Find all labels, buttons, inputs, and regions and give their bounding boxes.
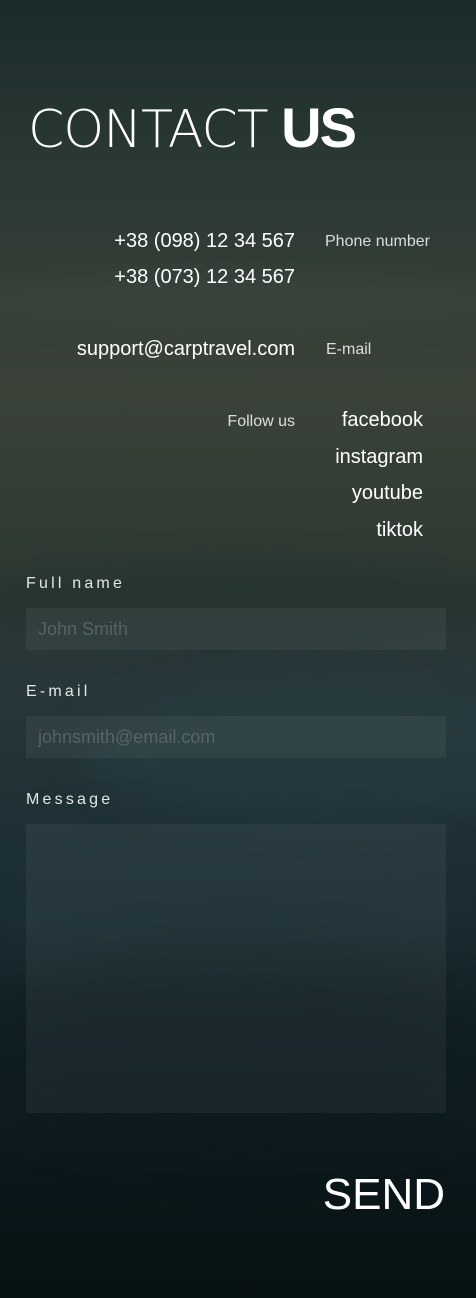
follow-us-label: Follow us: [227, 413, 295, 430]
message-textarea[interactable]: [26, 824, 446, 1113]
contact-page: CONTACT US +38 (098) 12 34 567 +38 (073)…: [0, 0, 476, 1298]
page-title-bold: US: [281, 96, 357, 159]
phone-link-2[interactable]: +38 (073) 12 34 567: [114, 265, 295, 289]
page-title-light: CONTACT: [28, 100, 269, 160]
social-links: facebook instagram youtube tiktok: [335, 408, 423, 554]
social-link-instagram[interactable]: instagram: [335, 445, 423, 482]
full-name-label: Full name: [26, 575, 126, 592]
phone-number-label: Phone number: [325, 233, 430, 250]
full-name-input[interactable]: [26, 608, 446, 650]
message-label: Message: [26, 791, 114, 808]
email-input[interactable]: [26, 716, 446, 758]
page-title: CONTACT US: [28, 96, 357, 162]
email-label: E-mail: [326, 341, 372, 358]
send-button[interactable]: SEND: [323, 1167, 445, 1223]
social-link-youtube[interactable]: youtube: [335, 481, 423, 518]
social-link-facebook[interactable]: facebook: [335, 408, 423, 445]
email-field-label: E-mail: [26, 683, 91, 700]
phone-link-1[interactable]: +38 (098) 12 34 567: [114, 229, 295, 253]
email-link[interactable]: support@carptravel.com: [77, 337, 295, 361]
social-link-tiktok[interactable]: tiktok: [335, 518, 423, 555]
